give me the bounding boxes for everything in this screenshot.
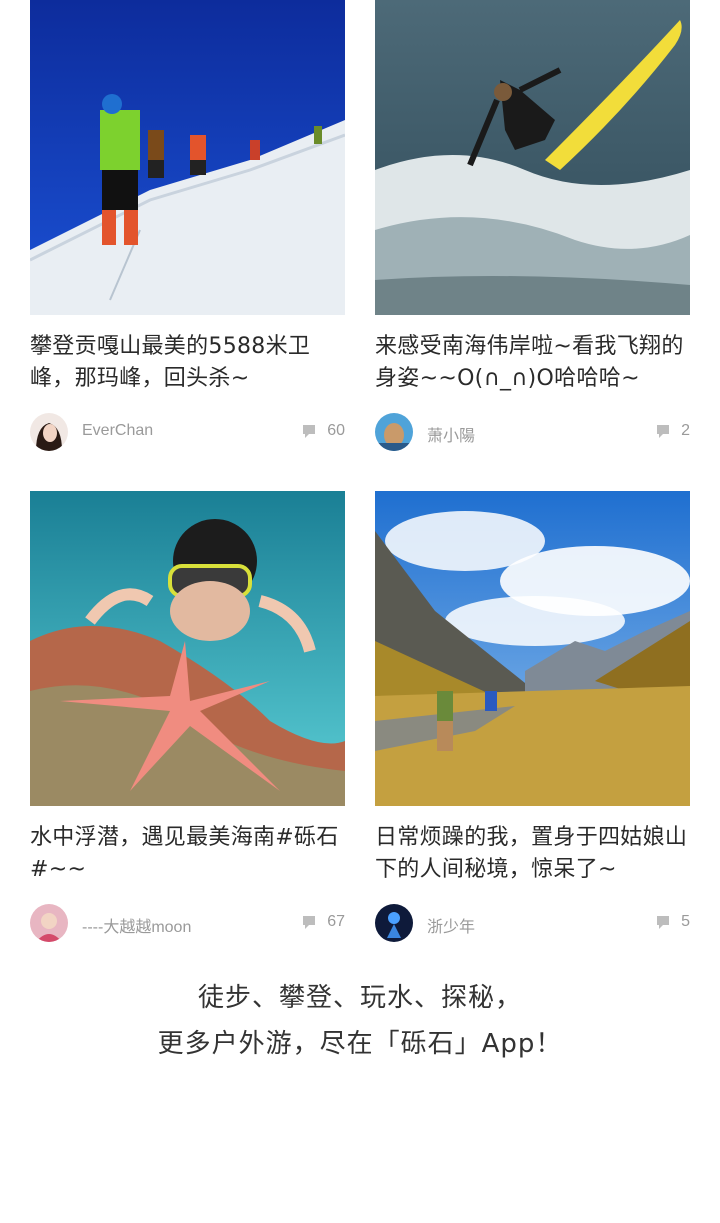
comment-icon (657, 916, 670, 929)
post-title[interactable]: 攀登贡嘎山最美的5588米卫峰，那玛峰，回头杀~ (30, 331, 345, 395)
comment-count-value: 5 (681, 913, 690, 930)
post-meta: 浙少年 5 (375, 904, 690, 944)
avatar[interactable] (30, 413, 68, 451)
post-meta: ----大越越moon 67 (30, 904, 345, 944)
post-photo[interactable] (375, 491, 690, 806)
comment-icon (303, 916, 316, 929)
avatar[interactable] (375, 904, 413, 942)
promo-line-1: 徒步、攀登、玩水、探秘， (197, 983, 522, 1013)
comment-icon (657, 425, 670, 438)
post-title[interactable]: 来感受南海伟岸啦~看我飞翔的身姿~~O(∩_∩)O哈哈哈~ (375, 331, 690, 395)
post-card[interactable]: 水中浮潜，遇见最美海南#砾石#~~ ----大越越moon 67 (30, 491, 345, 944)
author-name[interactable]: 浙少年 (427, 913, 475, 937)
comment-count-value: 2 (681, 422, 690, 439)
post-meta: 萧小陽 2 (375, 413, 690, 453)
post-photo[interactable] (375, 0, 690, 315)
author-name[interactable]: ----大越越moon (82, 913, 191, 937)
comment-count: 67 (301, 913, 345, 931)
post-card[interactable]: 日常烦躁的我，置身于四姑娘山下的人间秘境，惊呆了~ 浙少年 5 (375, 491, 690, 944)
comment-count: 5 (655, 913, 690, 931)
post-meta: EverChan 60 (30, 413, 345, 453)
avatar[interactable] (375, 413, 413, 451)
comment-count: 60 (301, 422, 345, 440)
comment-icon (303, 425, 316, 438)
author-name[interactable]: 萧小陽 (427, 422, 475, 446)
comment-count-value: 67 (327, 913, 345, 930)
post-photo[interactable] (30, 491, 345, 806)
promo-line-2: 更多户外游，尽在「砾石」App！ (157, 1029, 563, 1059)
post-card[interactable]: 攀登贡嘎山最美的5588米卫峰，那玛峰，回头杀~ EverChan 60 (30, 0, 345, 453)
post-title[interactable]: 日常烦躁的我，置身于四姑娘山下的人间秘境，惊呆了~ (375, 822, 690, 886)
avatar[interactable] (30, 904, 68, 942)
post-title[interactable]: 水中浮潜，遇见最美海南#砾石#~~ (30, 822, 345, 886)
comment-count: 2 (655, 422, 690, 440)
author-name[interactable]: EverChan (82, 422, 153, 440)
post-card[interactable]: 来感受南海伟岸啦~看我飞翔的身姿~~O(∩_∩)O哈哈哈~ 萧小陽 2 (375, 0, 690, 453)
comment-count-value: 60 (327, 422, 345, 439)
post-photo[interactable] (30, 0, 345, 315)
promo-footer: 徒步、攀登、玩水、探秘， 更多户外游，尽在「砾石」App！ (0, 975, 720, 1067)
